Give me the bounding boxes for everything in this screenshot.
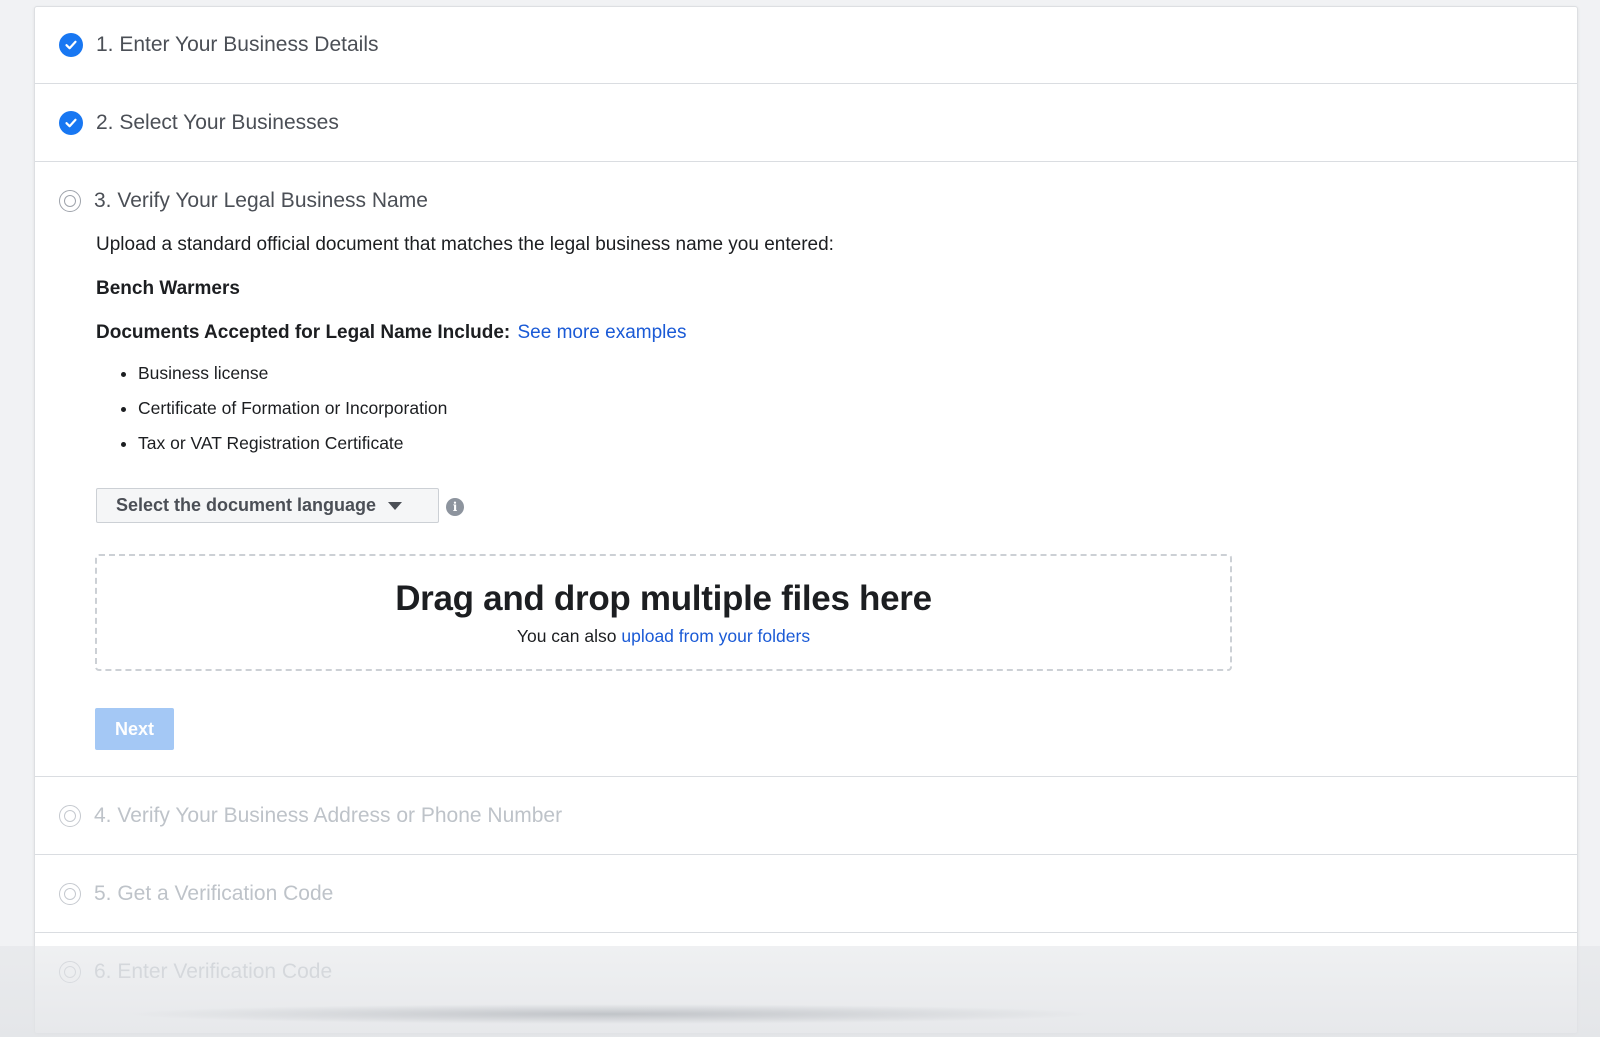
step-5-title: 5. Get a Verification Code xyxy=(94,881,334,905)
checkmark-icon xyxy=(59,33,83,57)
step-4-title: 4. Verify Your Business Address or Phone… xyxy=(94,803,563,827)
step-6-title: 6. Enter Verification Code xyxy=(94,959,333,983)
radio-circle-icon xyxy=(59,960,81,983)
upload-instructions: Upload a standard official document that… xyxy=(96,234,834,255)
accepted-documents-list: Business license Certificate of Formatio… xyxy=(96,356,447,461)
document-language-select[interactable]: Select the document language xyxy=(96,488,439,523)
step-1[interactable]: 1. Enter Your Business Details xyxy=(35,7,1577,84)
documents-heading: Documents Accepted for Legal Name Includ… xyxy=(96,322,686,344)
radio-circle-icon xyxy=(59,882,81,905)
business-name: Bench Warmers xyxy=(96,278,240,299)
dropzone-subtitle: You can also upload from your folders xyxy=(97,626,1230,647)
verification-panel: 1. Enter Your Business Details 2. Select… xyxy=(34,6,1578,1034)
upload-from-folders-link[interactable]: upload from your folders xyxy=(621,626,810,646)
next-button[interactable]: Next xyxy=(95,708,174,750)
dropzone-title: Drag and drop multiple files here xyxy=(395,579,932,618)
step-1-title: 1. Enter Your Business Details xyxy=(96,33,379,56)
file-dropzone[interactable]: Drag and drop multiple files here You ca… xyxy=(95,554,1232,671)
list-item: Tax or VAT Registration Certificate xyxy=(138,426,447,461)
list-item: Certificate of Formation or Incorporatio… xyxy=(138,391,447,426)
step-5[interactable]: 5. Get a Verification Code xyxy=(35,855,1577,933)
radio-circle-icon xyxy=(59,189,81,212)
step-2[interactable]: 2. Select Your Businesses xyxy=(35,84,1577,162)
checkmark-icon xyxy=(59,110,83,135)
info-icon[interactable]: i xyxy=(446,498,464,516)
dropzone-subtitle-text: You can also xyxy=(516,626,617,646)
radio-circle-icon xyxy=(59,804,81,827)
see-more-examples-link[interactable]: See more examples xyxy=(518,322,687,343)
step-6[interactable]: 6. Enter Verification Code xyxy=(35,933,1577,1010)
list-item: Business license xyxy=(138,356,447,391)
documents-heading-text: Documents Accepted for Legal Name Includ… xyxy=(96,322,511,343)
step-3: 3. Verify Your Legal Business Name Uploa… xyxy=(35,162,1577,777)
step-3-title: 3. Verify Your Legal Business Name xyxy=(94,188,428,212)
caret-down-icon xyxy=(388,501,403,510)
document-language-label: Select the document language xyxy=(116,495,377,515)
step-2-title: 2. Select Your Businesses xyxy=(96,110,339,134)
step-4[interactable]: 4. Verify Your Business Address or Phone… xyxy=(35,777,1577,855)
